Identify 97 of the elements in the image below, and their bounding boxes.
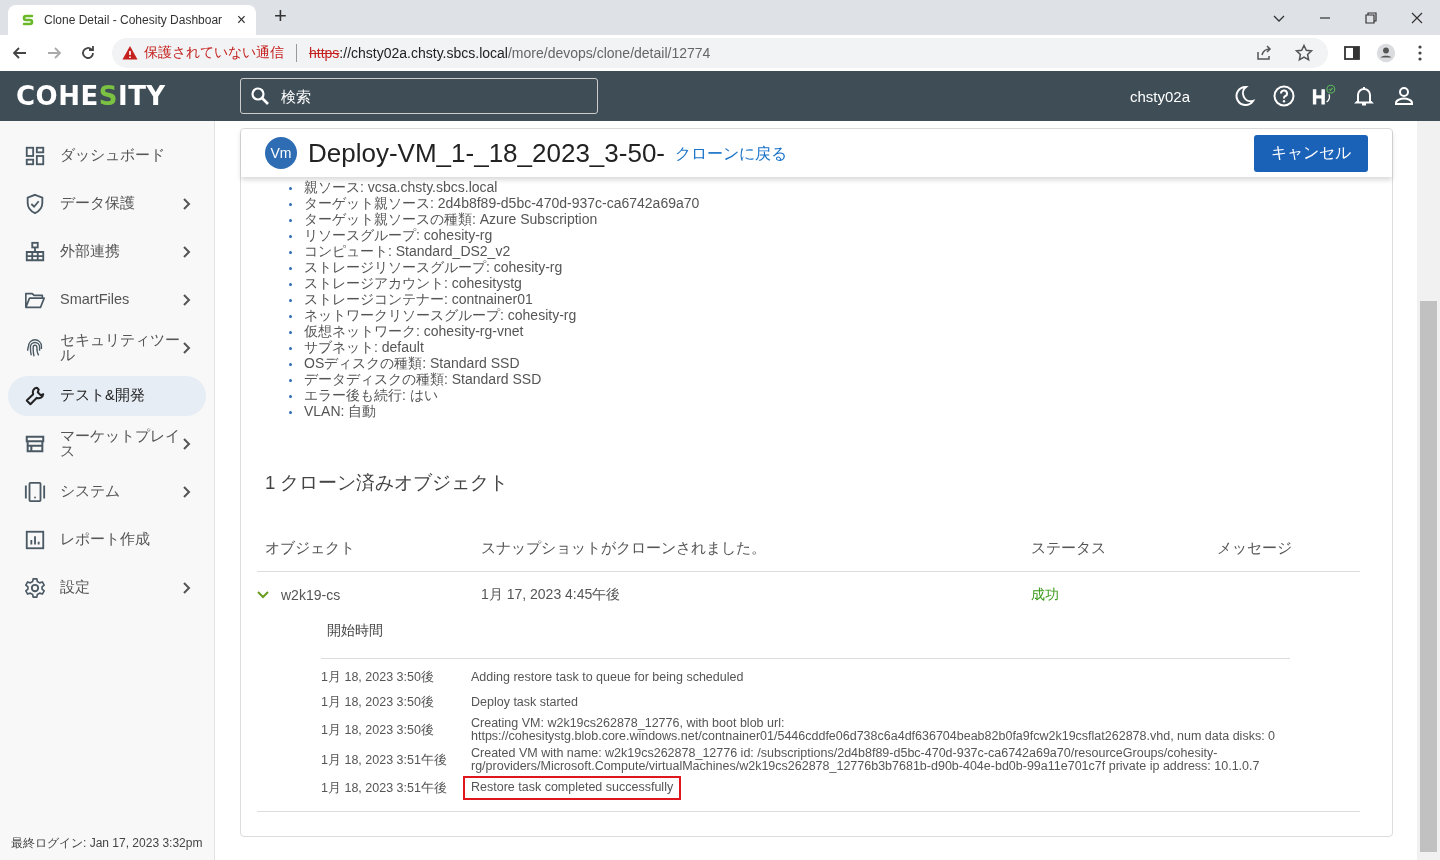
wrench-icon <box>24 385 46 407</box>
detail-text: サブネット: default <box>304 339 424 356</box>
table-cell-text: 1月 18, 2023 3:50後 <box>321 721 435 739</box>
browser-tab[interactable]: Clone Detail - Cohesity Dashboar × <box>8 5 256 35</box>
bullet-icon <box>289 362 292 366</box>
detail-text: リソースグループ: cohesity-rg <box>304 227 493 245</box>
tab-title: Clone Detail - Cohesity Dashboar <box>44 13 224 27</box>
bullet-icon <box>289 234 292 238</box>
address-bar[interactable]: 保護されていない通信 https://chsty02a.chsty.sbcs.local/more/devops/clone/detail/12774 <box>112 38 1328 68</box>
bullet-icon <box>289 250 292 254</box>
profile-icon[interactable] <box>1376 43 1396 63</box>
section-heading: 1 クローン済みオブジェクト <box>265 471 510 495</box>
sidebar-item[interactable]: データ保護 <box>8 184 206 224</box>
sidebar-item[interactable]: ダッシュボード <box>8 136 206 176</box>
bullet-icon <box>289 298 292 302</box>
store-icon <box>24 433 46 455</box>
vm-avatar: Vm <box>265 137 297 169</box>
scrollbar-thumb[interactable] <box>1420 301 1437 852</box>
sidebar-item[interactable]: 外部連携 <box>8 232 206 272</box>
log-message: Deploy task started <box>471 693 578 711</box>
bell-icon[interactable] <box>1352 84 1376 108</box>
detail-text: ストレージコンテナー: contnainer01 <box>304 291 533 308</box>
sidebar-item[interactable]: SmartFiles <box>8 280 206 320</box>
bullet-icon <box>289 266 292 270</box>
detail-text: OSディスクの種類: Standard SSD <box>304 355 520 372</box>
detail-text: ターゲット親ソースの種類: Azure Subscription <box>304 211 598 228</box>
detail-text: 仮想ネットワーク: cohesity-rg-vnet <box>304 323 524 340</box>
sidebar-item[interactable]: テスト&開発 <box>8 376 206 416</box>
column-header: メッセージ <box>1217 538 1293 558</box>
s-logo-icon <box>20 12 36 28</box>
bullet-icon <box>289 186 292 190</box>
user-icon[interactable] <box>1392 84 1416 108</box>
table-cell-text: 1月 18, 2023 3:51午後 <box>321 751 448 769</box>
cohesity-logo[interactable]: COHESITY <box>16 81 240 111</box>
chart-icon <box>24 529 46 551</box>
table-cell-text: 1月 18, 2023 3:50後 <box>321 669 435 686</box>
bullet-icon <box>289 202 292 206</box>
search-field[interactable]: 検索 <box>240 78 598 114</box>
sidebar-item[interactable]: マーケットプレイス <box>8 424 206 464</box>
cluster-name[interactable]: chsty02a <box>1129 87 1190 105</box>
status-text: 成功 <box>1031 586 1060 604</box>
side-panel-icon[interactable] <box>1342 43 1362 63</box>
bullet-icon <box>289 282 292 286</box>
star-icon[interactable] <box>1294 43 1314 63</box>
detail-text: 親ソース: vcsa.chsty.sbcs.local <box>304 179 498 196</box>
security-label: 保護されていない通信 <box>144 44 284 62</box>
sidebar-item[interactable]: レポート作成 <box>8 520 206 560</box>
table-cell-text: 1月 18, 2023 3:51午後 <box>321 779 448 797</box>
bullet-icon <box>289 346 292 350</box>
hierarchy-icon <box>24 241 46 263</box>
last-login-text: 最終ログイン: Jan 17, 2023 3:32pm <box>10 835 204 852</box>
bullet-icon <box>289 314 292 318</box>
scrollbar[interactable] <box>1417 121 1440 860</box>
bullet-icon <box>289 378 292 382</box>
bullet-icon <box>289 218 292 222</box>
back-to-clones-link[interactable]: クローンに戻る <box>675 144 787 165</box>
clone-title: Deploy-VM_1-_18_2023_3-50- <box>308 137 665 169</box>
share-icon[interactable] <box>1254 43 1274 63</box>
health-status-icon[interactable] <box>1312 84 1336 108</box>
new-tab-button[interactable]: + <box>268 2 293 30</box>
sidebar-item[interactable]: セキュリティツール <box>8 328 206 368</box>
table-cell-text: 1月 18, 2023 3:50後 <box>321 694 435 711</box>
column-header: オブジェクト <box>265 538 356 558</box>
table-cell-text: 1月 17, 2023 4:45午後 <box>481 586 622 604</box>
moon-icon[interactable] <box>1232 84 1256 108</box>
bullet-icon <box>289 410 292 414</box>
table-cell: w2k19-cs <box>281 587 341 603</box>
bullet-icon <box>289 330 292 334</box>
search-icon <box>250 86 270 106</box>
column-header: ステータス <box>1031 538 1107 558</box>
log-message: Adding restore task to queue for being scheduled <box>471 668 744 686</box>
restore-icon[interactable] <box>1363 9 1379 26</box>
detail-text: ストレージリソースグループ: cohesity-rg <box>304 259 563 277</box>
log-message: Creating VM: w2k19cs262878_12776, with boot blob url: https://cohesitystg.blob.core.windows.net/contnainer01/5446cddfe06d738c6a4df636704beab82b0fa9fcw2k19csflat262878.vhd, num data disks: 0 <box>471 715 1277 746</box>
detail-text: ネットワークリソースグループ: cohesity-rg <box>304 307 577 324</box>
detail-text: エラー後も続行: はい <box>304 387 438 404</box>
shield-icon <box>24 193 46 215</box>
close-tab-button[interactable]: × <box>232 11 250 29</box>
detail-text: コンピュート: Standard_DS2_v2 <box>304 243 511 260</box>
help-icon[interactable] <box>1272 84 1296 108</box>
detail-text: データディスクの種類: Standard SSD <box>304 371 542 388</box>
detail-text: ターゲット親ソース: 2d4b8f89-d5bc-470d-937c-ca6742a69a70 <box>304 195 700 212</box>
log-message: Created VM with name: w2k19cs262878_12776 id: /subscriptions/2d4b8f89-d5bc-470d-937c-ca6742a69a70/resourceGroups/cohesity-rg/providers/Microsoft.Compute/virtualMachines/w2k19cs262878_12776b3b7681b-d90b-404e-bd0b-99a11e701c7f private ip address: 10.1.0.7 <box>471 745 1261 776</box>
column-header: 開始時間 <box>327 622 384 640</box>
detail-text: VLAN: 自動 <box>304 403 377 421</box>
url-text: https://chsty02a.chsty.sbcs.local/more/devops/clone/detail/12774 <box>309 45 711 61</box>
sidebar-item[interactable]: システム <box>8 472 206 512</box>
device-icon <box>24 481 46 503</box>
gear-icon <box>24 577 46 599</box>
detail-text: ストレージアカウント: cohesitystg <box>304 275 522 293</box>
dashboard-icon <box>24 145 46 167</box>
warning-icon <box>122 45 138 61</box>
bullet-icon <box>289 394 292 398</box>
column-header: スナップショットがクローンされました。 <box>481 538 767 558</box>
log-message: Restore task completed successfully <box>463 776 682 800</box>
cancel-button[interactable]: キャンセル <box>1254 134 1368 172</box>
sidebar-item[interactable]: 設定 <box>8 568 206 608</box>
